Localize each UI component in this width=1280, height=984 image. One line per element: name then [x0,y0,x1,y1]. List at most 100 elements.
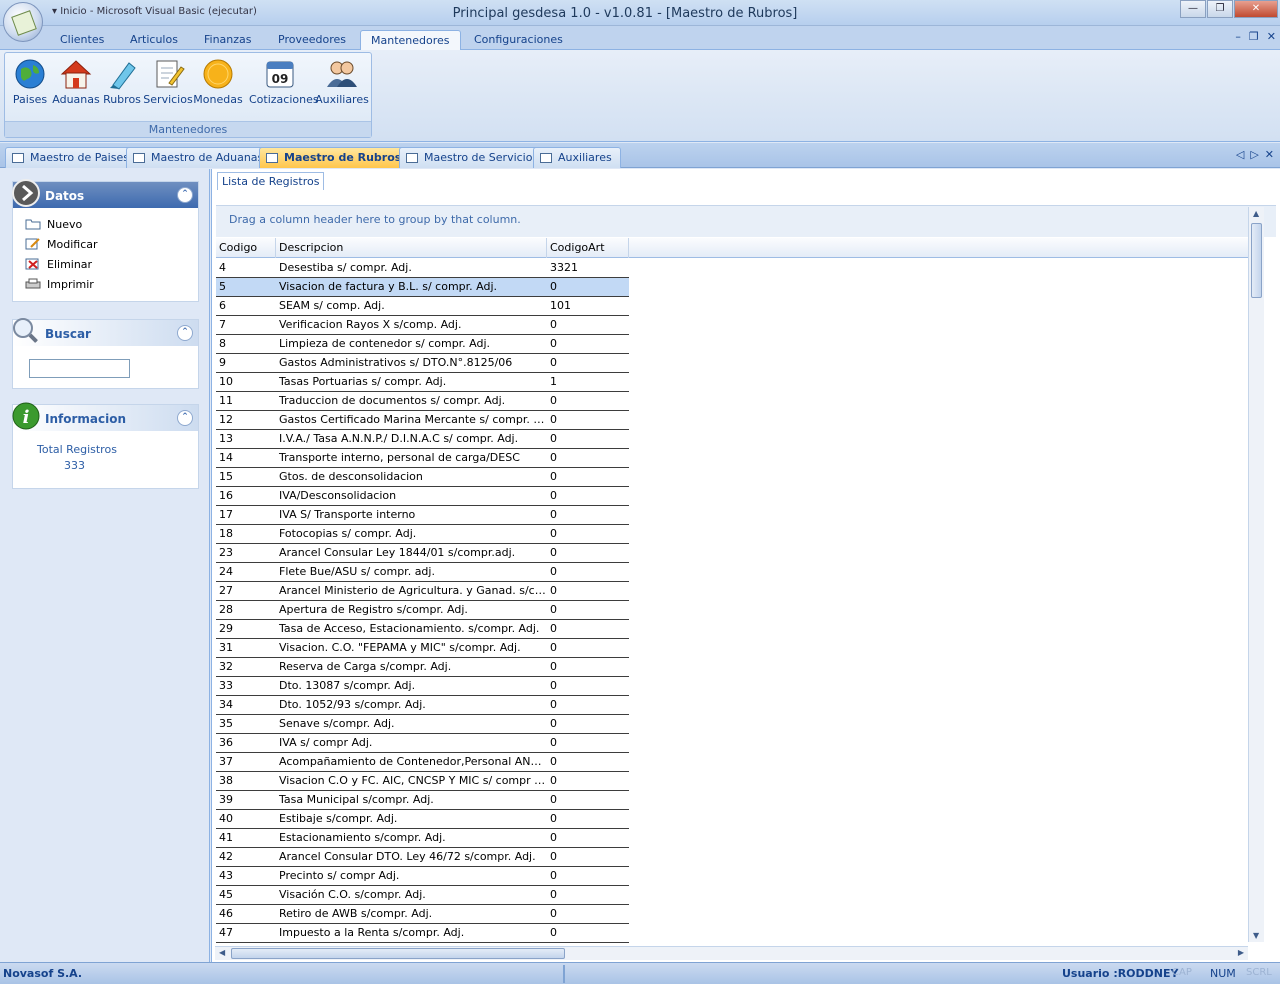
scroll-left-icon[interactable]: ◀ [219,948,225,957]
table-row[interactable]: 11 Traduccion de documentos s/ compr. Adj… [216,392,629,411]
informacion-panel-header[interactable]: i Informacion ⌃ [12,402,198,431]
scroll-right-icon[interactable]: ▶ [1238,948,1244,957]
nuevo-link[interactable]: Nuevo [25,216,82,234]
horizontal-scroll-thumb[interactable] [231,948,565,959]
servicios-button[interactable]: Servicios [143,57,193,109]
table-row[interactable]: 33 Dto. 13087 s/compr. Adj. 0 [216,677,629,696]
vertical-scroll-thumb[interactable] [1251,223,1262,298]
table-row[interactable]: 17 IVA S/ Transporte interno 0 [216,506,629,525]
vertical-scrollbar[interactable]: ▲ ▼ [1248,207,1264,942]
table-row[interactable]: 24 Flete Bue/ASU s/ compr. adj. 0 [216,563,629,582]
table-row[interactable]: 4 Desestiba s/ compr. Adj. 3321 [216,259,629,278]
table-row[interactable]: 14 Transporte interno, personal de carga/… [216,449,629,468]
tab-finanzas[interactable]: Finanzas [194,30,262,50]
table-row[interactable]: 12 Gastos Certificado Marina Mercante s/ … [216,411,629,430]
horizontal-scrollbar[interactable]: ◀ ▶ [215,946,1248,960]
doc-tab-rubros[interactable]: Maestro de Rubros [259,147,411,168]
eliminar-link[interactable]: Eliminar [25,256,92,274]
cell-descripcion: Traduccion de documentos s/ compr. Adj. [279,394,506,407]
table-row[interactable]: 34 Dto. 1052/93 s/compr. Adj. 0 [216,696,629,715]
table-row[interactable]: 18 Fotocopias s/ compr. Adj. 0 [216,525,629,544]
lista-registros-tab[interactable]: Lista de Registros [217,172,325,190]
tab-proveedores[interactable]: Proveedores [268,30,356,50]
mdi-restore-icon[interactable]: ❐ [1249,30,1259,43]
application-menu-button[interactable] [3,2,43,42]
servicios-label: Servicios [143,93,193,106]
table-row[interactable]: 10 Tasas Portuarias s/ compr. Adj. 1 [216,373,629,392]
table-row[interactable]: 32 Reserva de Carga s/compr. Adj. 0 [216,658,629,677]
paises-button[interactable]: Paises [5,57,55,109]
tab-configuraciones[interactable]: Configuraciones [464,30,573,50]
table-row[interactable]: 36 IVA s/ compr Adj. 0 [216,734,629,753]
minimize-button[interactable]: — [1180,0,1206,18]
table-row[interactable]: 6 SEAM s/ comp. Adj. 101 [216,297,629,316]
table-row[interactable]: 45 Visación C.O. s/compr. Adj. 0 [216,886,629,905]
table-row[interactable]: 46 Retiro de AWB s/compr. Adj. 0 [216,905,629,924]
cell-descripcion: Estacionamiento s/compr. Adj. [279,831,446,844]
table-row[interactable]: 28 Apertura de Registro s/compr. Adj. 0 [216,601,629,620]
close-button[interactable]: ✕ [1234,0,1278,18]
table-row[interactable]: 38 Visacion C.O y FC. AIC, CNCSP Y MIC s/… [216,772,629,791]
doc-tab-paises[interactable]: Maestro de Paises [5,147,138,168]
tab-clientes[interactable]: Clientes [50,30,114,50]
column-header-descripcion[interactable]: Descripcion [276,238,547,258]
tab-scroll-right-icon[interactable]: ▷ [1250,148,1258,161]
buscar-panel-header[interactable]: Buscar ⌃ [13,318,198,346]
maximize-button[interactable]: ❐ [1207,0,1233,18]
table-row[interactable]: 47 Impuesto a la Renta s/compr. Adj. 0 [216,924,629,943]
column-header-codigoart[interactable]: CodigoArt [547,238,629,258]
scroll-up-icon[interactable]: ▲ [1253,209,1259,218]
table-row[interactable]: 37 Acompañamiento de Contenedor,Personal … [216,753,629,772]
doc-tab-servicios[interactable]: Maestro de Servicios [399,147,548,168]
table-row[interactable]: 27 Arancel Ministerio de Agricultura. y G… [216,582,629,601]
table-row[interactable]: 9 Gastos Administrativos s/ DTO.N°.8125/0… [216,354,629,373]
column-header-codigo[interactable]: Codigo [216,238,276,258]
table-row[interactable]: 23 Arancel Consular Ley 1844/01 s/compr.a… [216,544,629,563]
table-row[interactable]: 35 Senave s/compr. Adj. 0 [216,715,629,734]
table-row[interactable]: 31 Visacion. C.O. "FEPAMA y MIC" s/compr.… [216,639,629,658]
table-row[interactable]: 5 Visacion de factura y B.L. s/ compr. Ad… [216,278,629,297]
table-row[interactable]: 42 Arancel Consular DTO. Ley 46/72 s/comp… [216,848,629,867]
table-row[interactable]: 7 Verificacion Rayos X s/comp. Adj. 0 [216,316,629,335]
table-row[interactable]: 40 Estibaje s/compr. Adj. 0 [216,810,629,829]
search-input[interactable] [29,359,130,378]
monedas-button[interactable]: Monedas [193,57,243,109]
collapse-icon[interactable]: ⌃ [177,187,193,203]
datos-panel-header[interactable]: Datos ⌃ [12,179,198,208]
doc-tab-auxiliares[interactable]: Auxiliares [533,147,621,168]
collapse-icon[interactable]: ⌃ [177,410,193,426]
rubros-button[interactable]: Rubros [97,57,147,109]
table-row[interactable]: 15 Gtos. de desconsolidacion 0 [216,468,629,487]
table-row[interactable]: 43 Precinto s/ compr Adj. 0 [216,867,629,886]
cell-descripcion: I.V.A./ Tasa A.N.N.P./ D.I.N.A.C s/ comp… [279,432,519,445]
table-row[interactable]: 29 Tasa de Acceso, Estacionamiento. s/com… [216,620,629,639]
doc-tab-label: Maestro de Rubros [284,151,402,164]
auxiliares-button[interactable]: Auxiliares [315,57,369,109]
table-row[interactable]: 41 Estacionamiento s/compr. Adj. 0 [216,829,629,848]
table-row[interactable]: 8 Limpieza de contenedor s/ compr. Adj. 0 [216,335,629,354]
ribbon-tab-bar: Clientes Articulos Finanzas Proveedores … [0,26,1280,50]
cell-codigo: 29 [219,622,233,635]
tab-articulos[interactable]: Articulos [120,30,188,50]
tab-scroll-left-icon[interactable]: ◁ [1236,148,1244,161]
doc-tab-label: Maestro de Servicios [424,151,539,164]
table-row[interactable]: 13 I.V.A./ Tasa A.N.N.P./ D.I.N.A.C s/ co… [216,430,629,449]
table-row[interactable]: 39 Tasa Municipal s/compr. Adj. 0 [216,791,629,810]
tab-mantenedores[interactable]: Mantenedores [360,30,461,50]
collapse-icon[interactable]: ⌃ [177,325,193,341]
group-by-panel[interactable]: Drag a column header here to group by th… [216,205,1276,237]
mdi-close-icon[interactable]: ✕ [1267,30,1276,43]
tab-close-icon[interactable]: ✕ [1265,148,1274,161]
mdi-minimize-icon[interactable]: – [1235,30,1241,43]
doc-tab-aduanas[interactable]: Maestro de Aduanas [126,147,273,168]
aduanas-button[interactable]: Aduanas [51,57,101,109]
window-title: Principal gesdesa 1.0 - v1.0.81 - [Maest… [452,6,798,21]
modificar-link[interactable]: Modificar [25,236,98,254]
table-row[interactable]: 16 IVA/Desconsolidacion 0 [216,487,629,506]
imprimir-link[interactable]: Imprimir [25,276,94,294]
scroll-down-icon[interactable]: ▼ [1253,931,1259,940]
cell-descripcion: SEAM s/ comp. Adj. [279,299,385,312]
cell-descripcion: Tasa Municipal s/compr. Adj. [279,793,434,806]
rubros-label: Rubros [103,93,141,106]
cotizaciones-button[interactable]: 09 Cotizaciones [249,57,319,109]
